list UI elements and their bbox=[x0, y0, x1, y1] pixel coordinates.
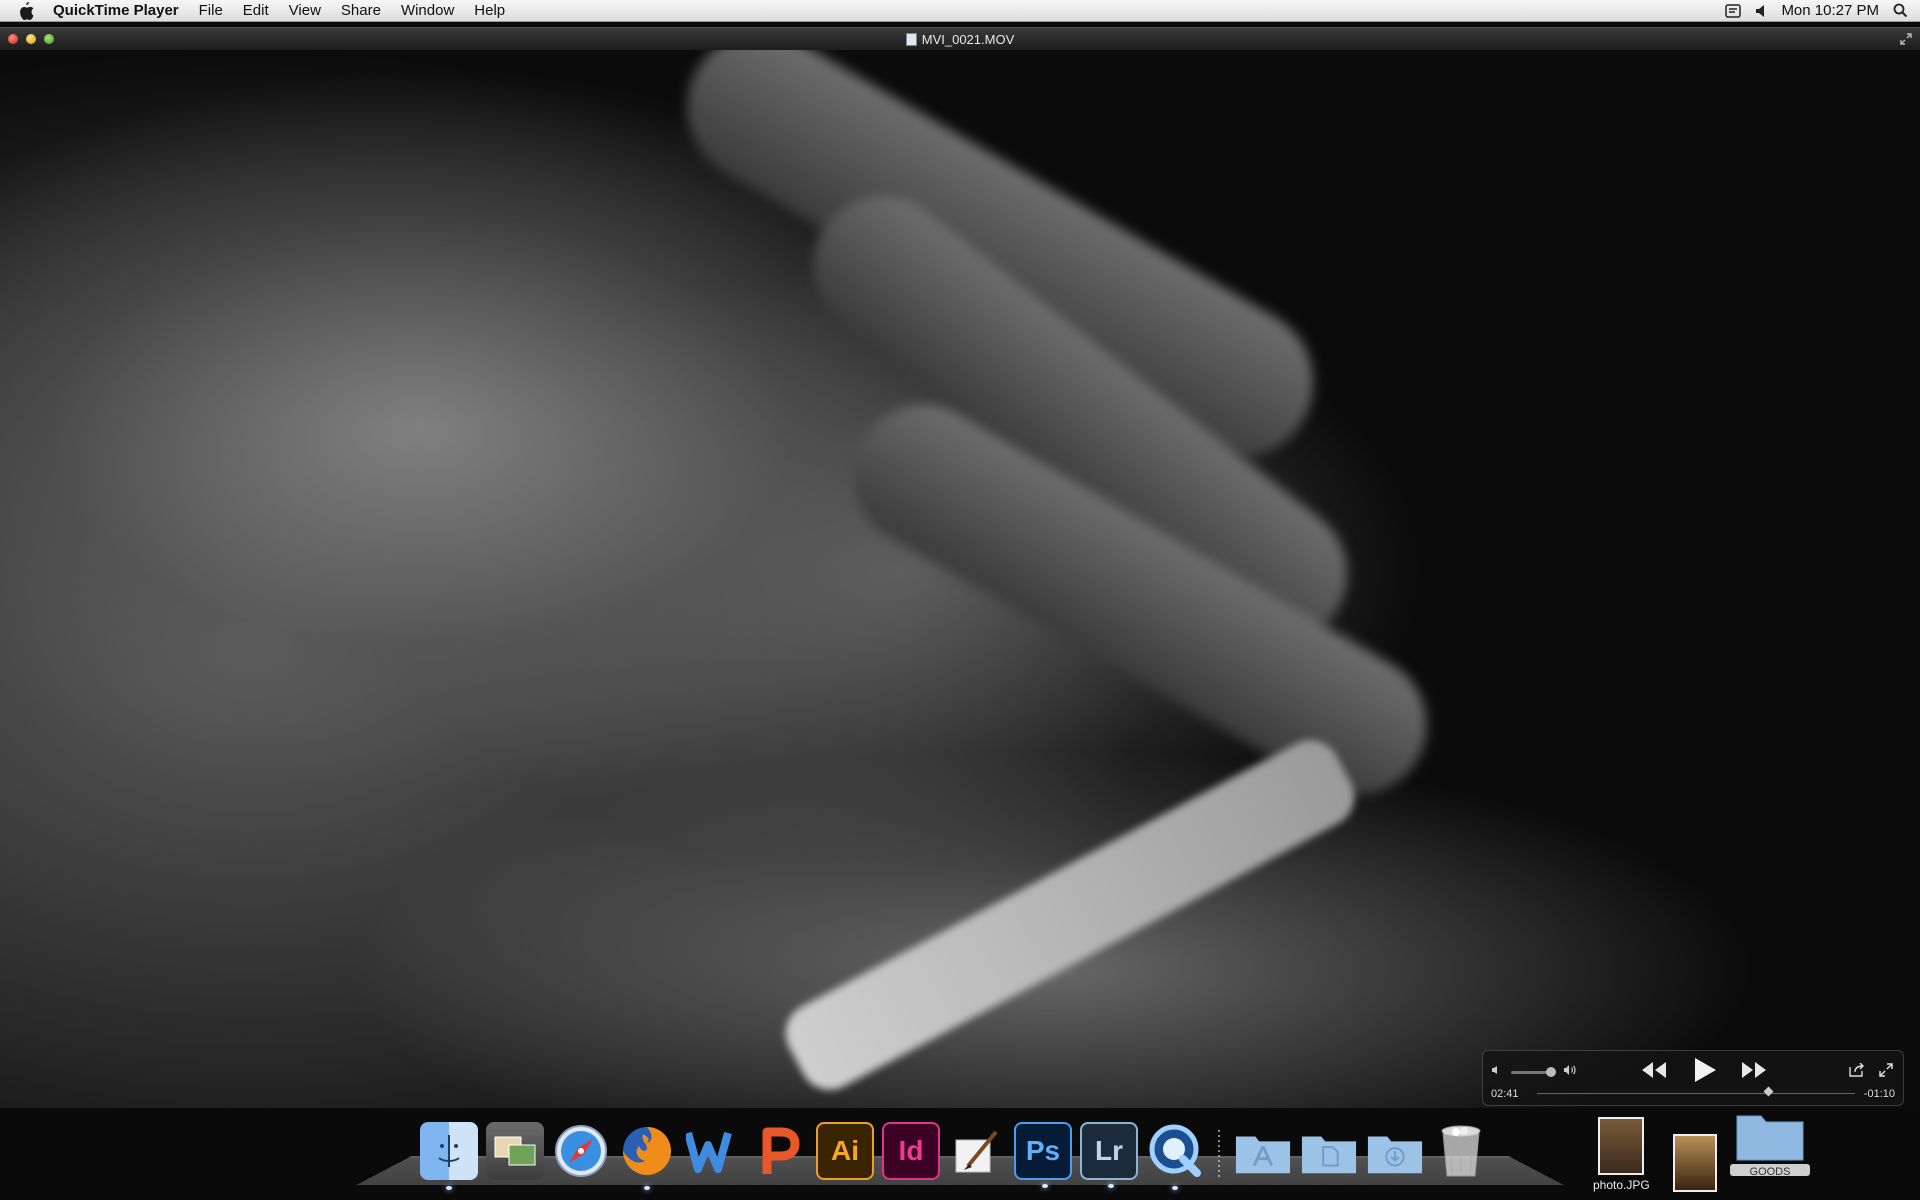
close-button[interactable] bbox=[8, 34, 18, 44]
brushes-icon[interactable] bbox=[948, 1122, 1006, 1180]
desktop-file-photo[interactable]: photo.JPG bbox=[1593, 1117, 1650, 1192]
fullscreen-toggle-icon[interactable] bbox=[1879, 1063, 1893, 1077]
clock[interactable]: Mon 10:27 PM bbox=[1781, 2, 1879, 19]
firefox-icon[interactable] bbox=[618, 1122, 676, 1190]
lightroom-icon[interactable]: Lr bbox=[1080, 1122, 1138, 1188]
remaining-time: -01:10 bbox=[1863, 1088, 1895, 1100]
fast-forward-button[interactable] bbox=[1741, 1061, 1767, 1079]
indesign-label: Id bbox=[898, 1135, 924, 1166]
powerpoint-icon[interactable] bbox=[750, 1122, 808, 1180]
running-indicator bbox=[1172, 1186, 1178, 1190]
timeline-playhead[interactable] bbox=[1763, 1086, 1774, 1097]
video-frame[interactable] bbox=[0, 50, 1920, 1108]
documents-folder-icon[interactable] bbox=[1300, 1122, 1358, 1180]
window-title-bar: MVI_0021.MOV bbox=[0, 27, 1920, 50]
safari-icon[interactable] bbox=[552, 1122, 610, 1180]
menu-help[interactable]: Help bbox=[464, 0, 515, 22]
folder-icon bbox=[1736, 1115, 1804, 1161]
app-menu[interactable]: QuickTime Player bbox=[53, 0, 189, 22]
illustrator-icon[interactable]: Ai bbox=[816, 1122, 874, 1180]
menu-view[interactable]: View bbox=[279, 0, 331, 22]
folder-label: GOODS MEMENTO bbox=[1730, 1164, 1810, 1176]
volume-icon[interactable] bbox=[1755, 4, 1767, 18]
script-menu-icon[interactable] bbox=[1725, 3, 1742, 18]
window-controls bbox=[8, 34, 54, 44]
running-indicator bbox=[644, 1186, 650, 1190]
menu-edit[interactable]: Edit bbox=[233, 0, 279, 22]
downloads-folder-icon[interactable] bbox=[1366, 1122, 1424, 1180]
play-button[interactable] bbox=[1693, 1057, 1717, 1083]
iphoto-icon[interactable] bbox=[486, 1122, 544, 1180]
desktop-image-thumbnail[interactable] bbox=[1673, 1134, 1717, 1192]
playback-controller: 02:41 -01:10 bbox=[1482, 1050, 1904, 1106]
status-area: Mon 10:27 PM bbox=[1725, 2, 1920, 19]
menu-bar: QuickTime Player File Edit View Share Wi… bbox=[0, 0, 1920, 22]
share-icon[interactable] bbox=[1849, 1063, 1865, 1077]
rewind-button[interactable] bbox=[1641, 1061, 1667, 1079]
applications-folder-icon[interactable] bbox=[1234, 1122, 1292, 1180]
running-indicator bbox=[446, 1186, 452, 1190]
desktop-folder-goods-memento[interactable]: GOODS MEMENTO bbox=[1730, 1110, 1810, 1176]
window-title: MVI_0021.MOV bbox=[921, 31, 1015, 47]
quicktime-icon[interactable] bbox=[1146, 1122, 1204, 1190]
volume-min-icon[interactable] bbox=[1491, 1065, 1501, 1075]
menu-window[interactable]: Window bbox=[391, 0, 464, 22]
illustrator-label: Ai bbox=[831, 1135, 859, 1166]
indesign-icon[interactable]: Id bbox=[882, 1122, 940, 1180]
menu-share[interactable]: Share bbox=[331, 0, 391, 22]
trash-icon[interactable] bbox=[1432, 1122, 1490, 1180]
dock: Ai Id Ps Lr bbox=[420, 1118, 1490, 1190]
apple-menu-icon[interactable] bbox=[18, 1, 38, 20]
spotlight-icon[interactable] bbox=[1893, 3, 1908, 18]
lightroom-label: Lr bbox=[1095, 1135, 1123, 1166]
minimize-button[interactable] bbox=[26, 34, 36, 44]
fullscreen-icon[interactable] bbox=[1900, 33, 1912, 48]
movie-file-icon bbox=[905, 32, 917, 46]
word-icon[interactable] bbox=[684, 1122, 742, 1180]
volume-max-icon[interactable] bbox=[1563, 1064, 1577, 1076]
finder-icon[interactable] bbox=[420, 1122, 478, 1190]
photo-thumbnail bbox=[1598, 1117, 1645, 1175]
file-label: photo.JPG bbox=[1593, 1178, 1650, 1192]
photoshop-label: Ps bbox=[1025, 1135, 1061, 1166]
menu-file[interactable]: File bbox=[189, 0, 233, 22]
photoshop-icon[interactable]: Ps bbox=[1014, 1122, 1072, 1188]
video-content bbox=[775, 729, 1365, 1101]
image-thumbnail bbox=[1673, 1134, 1717, 1192]
running-indicator bbox=[1042, 1184, 1048, 1188]
zoom-button[interactable] bbox=[44, 34, 54, 44]
elapsed-time: 02:41 bbox=[1491, 1088, 1519, 1100]
timeline-scrubber[interactable] bbox=[1537, 1093, 1855, 1094]
dock-divider bbox=[1218, 1130, 1220, 1180]
running-indicator bbox=[1108, 1184, 1114, 1188]
volume-slider-knob[interactable] bbox=[1546, 1067, 1556, 1077]
